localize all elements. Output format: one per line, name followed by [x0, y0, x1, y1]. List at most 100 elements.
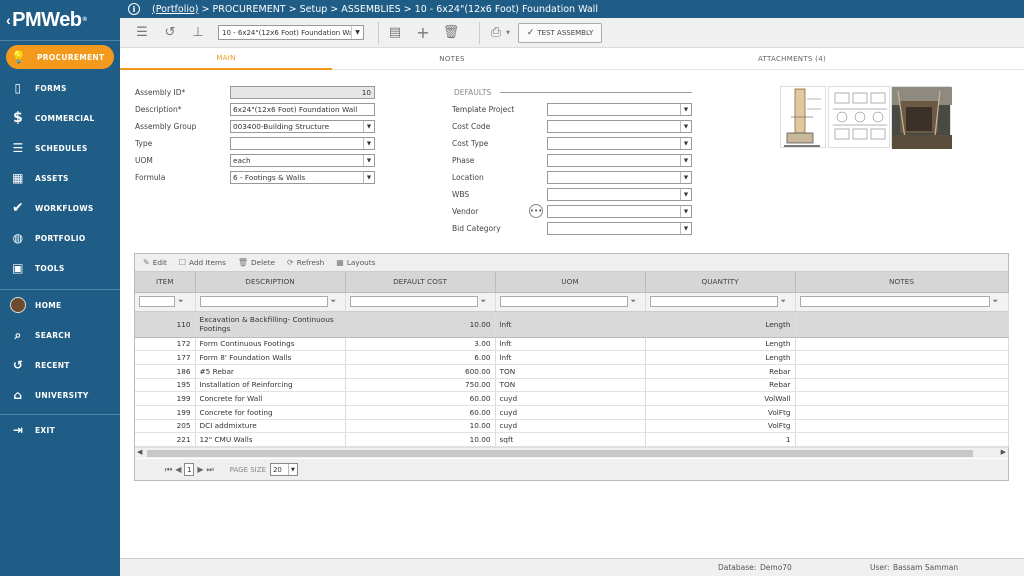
pmweb-logo[interactable]: ‹ PMWeb ®	[0, 0, 120, 40]
bid-category-select[interactable]: ▼	[547, 222, 692, 235]
next-page-icon[interactable]: ▶	[197, 465, 203, 474]
chevron-down-icon[interactable]: ▼	[680, 189, 691, 200]
table-row[interactable]: 195 Installation of Reinforcing 750.00 TON R…	[135, 378, 1009, 393]
table-row[interactable]: 221 12" CMU Walls 10.00 sqft 1	[135, 432, 1009, 447]
attachment-thumbnail-site-photo[interactable]	[891, 86, 952, 149]
table-row[interactable]: 205 DCI addmixture 10.00 cuyd VolFtg	[135, 419, 1009, 434]
sidebar-item-schedules[interactable]: ☰ SCHEDULES	[0, 133, 120, 163]
chevron-down-icon[interactable]: ▼	[351, 26, 363, 39]
print-dropdown-icon[interactable]: ▼	[506, 30, 510, 36]
info-icon[interactable]: i	[128, 3, 140, 15]
table-row[interactable]: 172 Form Continuous Footings 3.00 lnft Lengt…	[135, 337, 1009, 352]
column-header-default-cost[interactable]: DEFAULT COST	[345, 272, 496, 293]
filter-input-item[interactable]	[139, 296, 175, 307]
attachment-thumbnail-detail-drawing[interactable]	[828, 86, 890, 148]
formula-select[interactable]: 6 - Footings & Walls ▼	[230, 171, 375, 184]
last-page-icon[interactable]: ⏭	[207, 465, 214, 475]
chevron-down-icon[interactable]: ▼	[680, 172, 691, 183]
sidebar-item-exit[interactable]: ⇥ EXIT	[0, 415, 120, 445]
layouts-button[interactable]: ▦ Layouts	[336, 258, 375, 267]
attachment-thumbnail-wall-section[interactable]	[780, 86, 826, 148]
column-header-quantity[interactable]: QUANTITY	[645, 272, 796, 293]
horizontal-scrollbar[interactable]: ◀ ▶	[135, 447, 1008, 458]
chevron-down-icon[interactable]: ▼	[680, 155, 691, 166]
hierarchy-icon[interactable]: ⊥	[190, 25, 206, 41]
add-icon[interactable]: +	[415, 23, 431, 42]
sidebar-item-assets[interactable]: ▦ ASSETS	[0, 163, 120, 193]
type-select[interactable]: ▼	[230, 137, 375, 150]
sidebar-item-university[interactable]: ⌂ UNIVERSITY	[0, 380, 120, 410]
filter-icon[interactable]: ⏷	[631, 297, 639, 306]
more-options-icon[interactable]: •••	[529, 204, 543, 218]
chevron-down-icon[interactable]: ▼	[363, 121, 374, 132]
table-row[interactable]: 199 Concrete for Wall 60.00 cuyd VolWall	[135, 391, 1009, 406]
chevron-down-icon[interactable]: ▼	[680, 138, 691, 149]
sidebar-item-search[interactable]: ⌕ SEARCH	[0, 320, 120, 350]
table-row[interactable]: 199 Concrete for footing 60.00 cuyd VolFtg	[135, 405, 1009, 420]
sidebar-item-recent[interactable]: ↺ RECENT	[0, 350, 120, 380]
description-field[interactable]: 6x24"(12x6 Foot) Foundation Wall	[230, 103, 375, 116]
table-row-selected[interactable]: 110 Excavation & Backfilling- Continuous…	[135, 311, 1009, 338]
sidebar-item-commercial[interactable]: $ COMMERCIAL	[0, 103, 120, 133]
template-project-select[interactable]: ▼	[547, 103, 692, 116]
filter-icon[interactable]: ⏷	[331, 297, 339, 306]
uom-select[interactable]: each ▼	[230, 154, 375, 167]
chevron-down-icon[interactable]: ▼	[680, 104, 691, 115]
test-assembly-button[interactable]: ✓ TEST ASSEMBLY	[517, 22, 603, 43]
breadcrumb-portfolio-link[interactable]: (Portfolio)	[152, 4, 199, 15]
tab-notes[interactable]: NOTES	[332, 48, 572, 70]
filter-icon[interactable]: ⏷	[993, 297, 1001, 306]
column-header-uom[interactable]: UOM	[495, 272, 646, 293]
sidebar-item-procurement[interactable]: 💡 PROCUREMENT	[6, 45, 114, 69]
sidebar-item-tools[interactable]: ▣ TOOLS	[0, 253, 120, 283]
edit-button[interactable]: ✎ Edit	[143, 258, 167, 267]
tab-attachments[interactable]: ATTACHMENTS (4)	[572, 48, 1012, 70]
phase-select[interactable]: ▼	[547, 154, 692, 167]
filter-icon[interactable]: ⏷	[481, 297, 489, 306]
location-select[interactable]: ▼	[547, 171, 692, 184]
history-icon[interactable]: ↺	[162, 25, 178, 41]
column-header-description[interactable]: DESCRIPTION	[195, 272, 346, 293]
record-select[interactable]: 10 - 6x24"(12x6 Foot) Foundation Wall ▼	[218, 25, 364, 40]
current-page-field[interactable]: 1	[184, 463, 195, 476]
cost-code-select[interactable]: ▼	[547, 120, 692, 133]
filter-icon[interactable]: ⏷	[781, 297, 789, 306]
chevron-down-icon[interactable]: ▼	[680, 223, 691, 234]
table-row[interactable]: 186 #5 Rebar 600.00 TON Rebar	[135, 364, 1009, 379]
filter-input-description[interactable]	[199, 296, 328, 307]
tab-main[interactable]: MAIN	[120, 48, 332, 70]
collapse-chevron-icon[interactable]: ‹	[6, 12, 11, 28]
chevron-down-icon[interactable]: ▼	[363, 138, 374, 149]
assembly-group-select[interactable]: 003400-Building Structure ▼	[230, 120, 375, 133]
filter-icon[interactable]: ⏷	[178, 297, 186, 306]
scrollbar-thumb[interactable]	[147, 450, 973, 457]
sidebar-item-forms[interactable]: ▯ FORMS	[0, 73, 120, 103]
prev-page-icon[interactable]: ◀	[175, 465, 181, 474]
column-header-notes[interactable]: NOTES	[795, 272, 1009, 293]
sidebar-item-portfolio[interactable]: ◍ PORTFOLIO	[0, 223, 120, 253]
cost-type-select[interactable]: ▼	[547, 137, 692, 150]
filter-input-uom[interactable]	[499, 296, 628, 307]
filter-input-notes[interactable]	[799, 296, 990, 307]
chevron-down-icon[interactable]: ▼	[680, 206, 691, 217]
filter-input-default-cost[interactable]	[349, 296, 478, 307]
page-size-select[interactable]: 20 ▼	[269, 463, 298, 476]
table-row[interactable]: 177 Form 8' Foundation Walls 6.00 lnft Lengt…	[135, 350, 1009, 365]
vendor-select[interactable]: ▼	[547, 205, 692, 218]
chevron-down-icon[interactable]: ▼	[363, 155, 374, 166]
chevron-down-icon[interactable]: ▼	[680, 121, 691, 132]
save-icon[interactable]: ▤	[387, 25, 403, 41]
wbs-select[interactable]: ▼	[547, 188, 692, 201]
scroll-left-icon[interactable]: ◀	[137, 448, 142, 456]
first-page-icon[interactable]: ⏮	[165, 465, 172, 475]
sidebar-item-workflows[interactable]: ✔ WORKFLOWS	[0, 193, 120, 223]
print-icon[interactable]: ⎙	[488, 25, 504, 41]
list-view-icon[interactable]: ☰	[134, 25, 150, 41]
trash-icon[interactable]: 🗑	[443, 25, 460, 41]
chevron-down-icon[interactable]: ▼	[287, 464, 297, 475]
sidebar-item-home[interactable]: HOME	[0, 290, 120, 320]
delete-button[interactable]: 🗑 Delete	[238, 258, 275, 267]
scroll-right-icon[interactable]: ▶	[1001, 448, 1006, 456]
chevron-down-icon[interactable]: ▼	[363, 172, 374, 183]
refresh-button[interactable]: ⟳ Refresh	[287, 258, 324, 267]
